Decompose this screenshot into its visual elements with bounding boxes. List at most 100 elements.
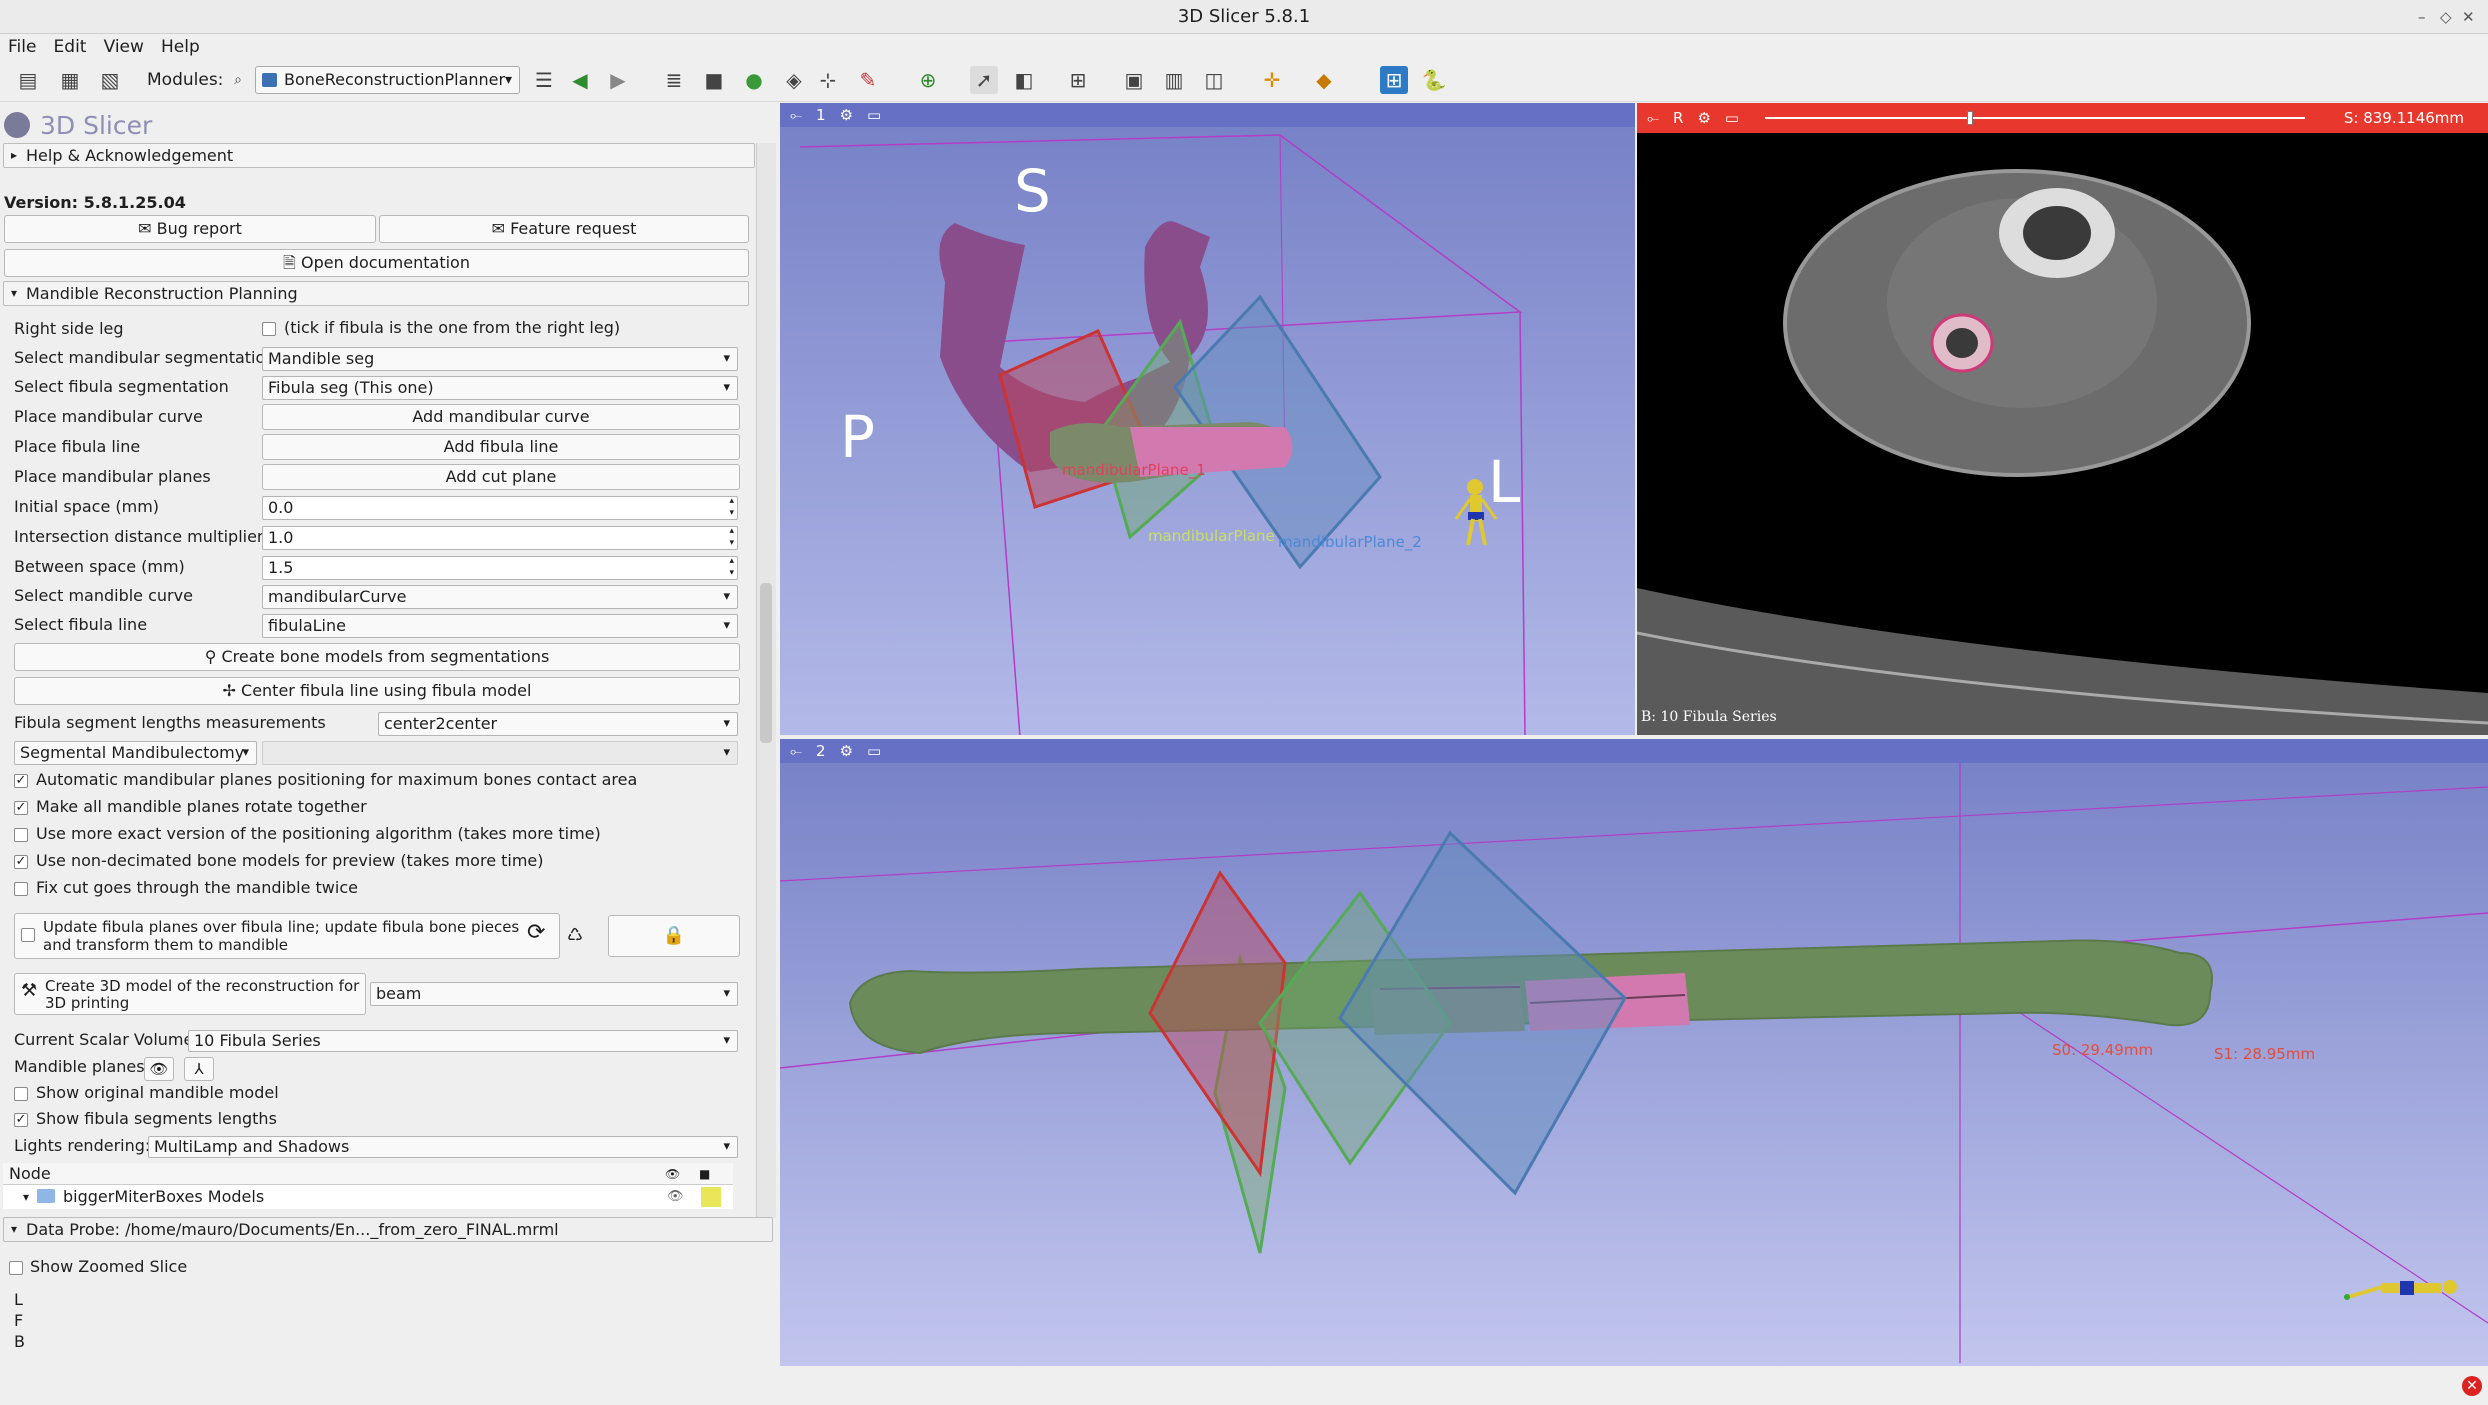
lights-select[interactable]: MultiLamp and Shadows <box>148 1136 738 1158</box>
mand-seg-select[interactable]: Mandible seg <box>262 347 738 371</box>
error-log-icon[interactable]: ✕ <box>2462 1376 2482 1396</box>
extensions-icon[interactable]: ⊕ <box>914 66 942 94</box>
between-space-input[interactable]: 1.5 <box>262 555 738 580</box>
intersection-input[interactable]: 1.0 <box>262 525 738 550</box>
expand-icon[interactable]: ▾ <box>23 1185 29 1209</box>
create-3d-model-button[interactable]: ⚒ Create 3D model of the reconstruction … <box>14 973 366 1015</box>
help-section[interactable]: ▸ Help & Acknowledgement <box>3 143 755 168</box>
refresh-icon[interactable]: ⟳ <box>527 922 545 944</box>
center-fibula-line-button[interactable]: ✢ Center fibula line using fibula model <box>14 677 740 705</box>
add-mandibular-curve-button[interactable]: Add mandibular curve <box>262 404 740 430</box>
mand-curve-select[interactable]: mandibularCurve <box>262 585 738 609</box>
segment-lengths-select[interactable]: center2center <box>378 712 738 736</box>
slice-slider-handle[interactable] <box>1967 111 1974 125</box>
red-slice-view[interactable]: ⟜ R ⚙ ▭ S: 839.1146mm B: 10 Fibula Series <box>1637 103 2488 735</box>
lock-button[interactable]: 🔒 <box>608 915 740 957</box>
models-module-icon[interactable]: ● <box>740 66 768 94</box>
exact-algorithm-checkbox[interactable] <box>14 828 28 842</box>
window-level-icon[interactable]: ◧ <box>1010 66 1038 94</box>
update-fibula-planes-checkbox[interactable] <box>21 928 35 942</box>
extension-manager-icon[interactable]: ⊞ <box>1380 66 1408 94</box>
interaction-icon[interactable]: ⅄ <box>184 1057 214 1081</box>
crosshair-icon[interactable]: ⊞ <box>1064 66 1092 94</box>
volumes-module-icon[interactable]: ■ <box>700 66 728 94</box>
status-bar: ✕ <box>780 1366 2488 1405</box>
tools-icon: ⚒ <box>21 980 38 1001</box>
menu-edit[interactable]: Edit <box>48 34 93 60</box>
create-bone-models-button[interactable]: ⚲ Create bone models from segmentations <box>14 643 740 671</box>
save-icon[interactable]: ▧ <box>96 66 124 94</box>
fibula-plane-3[interactable] <box>1338 830 1627 1196</box>
place-planes-label: Place mandibular planes <box>14 467 211 486</box>
feature-request-button[interactable]: ✉ Feature request <box>379 215 749 243</box>
auto-positioning-checkbox[interactable]: ✓ <box>14 774 28 788</box>
3d-view-2[interactable]: ⟜ 2 ⚙ ▭ S S0: 29.49mm S1: 28.95mm <box>780 739 2488 1366</box>
update-fibula-planes-button[interactable]: Update fibula planes over fibula line; u… <box>14 913 560 959</box>
maximize-view-icon[interactable]: ▭ <box>1725 109 1739 127</box>
mandible-planes-label: Mandible planes <box>14 1057 145 1076</box>
screenshot-icon[interactable]: ▣ <box>1120 66 1148 94</box>
rotate-together-checkbox[interactable]: ✓ <box>14 801 28 815</box>
markups-module-icon[interactable]: ⊹ <box>814 66 842 94</box>
slice-slider[interactable] <box>1765 117 2305 119</box>
layout-icon[interactable]: ▥ <box>1160 66 1188 94</box>
fib-seg-select[interactable]: Fibula seg (This one) <box>262 376 738 400</box>
segment-editor-icon[interactable]: ✎ <box>854 66 882 94</box>
close-window-icon[interactable]: ✕ <box>2462 0 2475 34</box>
menu-help[interactable]: Help <box>155 34 206 60</box>
maximize-view-icon[interactable]: ▭ <box>867 106 881 124</box>
data-probe-section[interactable]: ▾ Data Probe: /home/mauro/Documents/En...… <box>3 1217 773 1242</box>
module-selector[interactable]: BoneReconstructionPlanner <box>255 66 520 94</box>
show-zoomed-checkbox[interactable] <box>9 1261 23 1275</box>
fiducial-icon[interactable]: ✛ <box>1258 66 1286 94</box>
fix-cut-checkbox[interactable] <box>14 882 28 896</box>
markup-place-icon[interactable]: ◆ <box>1310 66 1338 94</box>
forward-arrow-icon[interactable]: ▶ <box>604 66 632 94</box>
pin-icon[interactable]: ⟜ <box>790 106 802 124</box>
eye-icon[interactable]: 👁 <box>144 1057 174 1081</box>
mandibulectomy-sub-select[interactable] <box>262 741 738 765</box>
data-module-icon[interactable]: ≣ <box>660 66 688 94</box>
view-settings-icon[interactable]: ⚙ <box>1697 109 1710 127</box>
add-fibula-line-button[interactable]: Add fibula line <box>262 434 740 460</box>
load-dicom-icon[interactable]: ▦ <box>56 66 84 94</box>
3d-view-1[interactable]: ⟜ 1 ⚙ ▭ S P L mandibularPlane_1 mandibularP… <box>780 103 1635 735</box>
module-list-icon[interactable]: ☰ <box>530 66 558 94</box>
bug-report-button[interactable]: ✉ Bug report <box>4 215 376 243</box>
show-lengths-checkbox[interactable]: ✓ <box>14 1113 28 1127</box>
node-color-swatch[interactable] <box>701 1187 721 1207</box>
transforms-module-icon[interactable]: ◈ <box>780 66 808 94</box>
minimize-icon[interactable]: – <box>2418 0 2426 34</box>
add-cut-plane-button[interactable]: Add cut plane <box>262 464 740 490</box>
menu-file[interactable]: File <box>0 34 42 60</box>
create-3d-select[interactable]: beam <box>370 982 738 1006</box>
non-decimated-checkbox[interactable]: ✓ <box>14 855 28 869</box>
scrollbar-thumb[interactable] <box>760 583 772 743</box>
menu-view[interactable]: View <box>98 34 150 60</box>
node-tree-row[interactable]: ▾ biggerMiterBoxes Models 👁 <box>3 1185 733 1209</box>
node-visibility-icon[interactable]: 👁 <box>667 1185 684 1209</box>
python-console-icon[interactable]: 🐍 <box>1420 66 1448 94</box>
right-side-leg-checkbox[interactable] <box>262 322 276 336</box>
pin-icon[interactable]: ⟜ <box>790 742 802 760</box>
back-arrow-icon[interactable]: ◀ <box>566 66 594 94</box>
maximize-view-icon[interactable]: ▭ <box>867 742 881 760</box>
planning-section[interactable]: ▾ Mandible Reconstruction Planning <box>3 281 749 306</box>
module-search-icon[interactable]: ⌕ <box>224 66 252 94</box>
fib-line-select[interactable]: fibulaLine <box>262 614 738 638</box>
view-settings-icon[interactable]: ⚙ <box>840 106 853 124</box>
pointer-icon[interactable]: ➚ <box>970 66 998 94</box>
color-column-icon: ■ <box>699 1167 711 1181</box>
restore-icon[interactable]: ◇ <box>2440 0 2452 34</box>
recycle-icon[interactable]: ♺ <box>563 921 587 953</box>
scalar-volume-select[interactable]: 10 Fibula Series <box>188 1030 738 1052</box>
view-icon[interactable]: ◫ <box>1200 66 1228 94</box>
show-original-checkbox[interactable] <box>14 1087 28 1101</box>
view-settings-icon[interactable]: ⚙ <box>840 742 853 760</box>
open-documentation-button[interactable]: 🗎 Open documentation <box>4 249 749 277</box>
mandibulectomy-select[interactable]: Segmental Mandibulectomy <box>14 741 257 765</box>
panel-scrollbar[interactable] <box>756 143 776 1218</box>
initial-space-input[interactable]: 0.0 <box>262 495 738 520</box>
load-data-icon[interactable]: ▤ <box>14 66 42 94</box>
pin-icon[interactable]: ⟜ <box>1647 109 1659 127</box>
